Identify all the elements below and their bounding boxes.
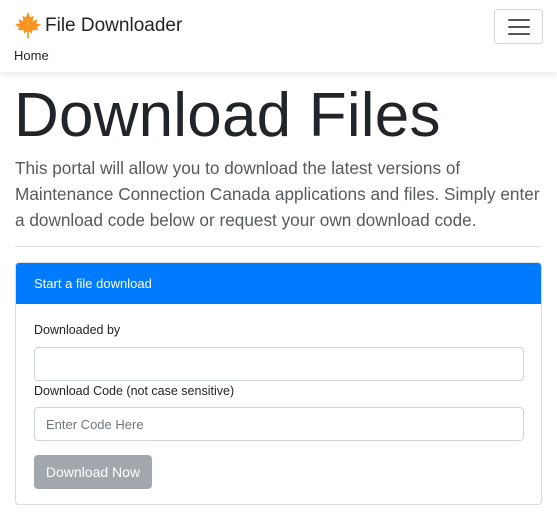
intro-text: This portal will allow you to download t… xyxy=(15,158,540,230)
download-form-card: Start a file download Downloaded by Down… xyxy=(15,262,542,505)
hamburger-menu-icon xyxy=(508,19,530,35)
navbar-toggle-button[interactable] xyxy=(494,9,543,44)
section-divider xyxy=(15,246,542,247)
downloaded-by-input[interactable] xyxy=(34,347,524,381)
brand-title: File Downloader xyxy=(45,15,183,36)
card-header: Start a file download xyxy=(16,263,541,304)
download-code-input[interactable] xyxy=(34,407,524,441)
page-title: Download Files xyxy=(14,81,441,150)
download-now-button[interactable]: Download Now xyxy=(34,455,152,489)
maple-leaf-icon xyxy=(12,10,44,42)
download-code-label: Download Code (not case sensitive) xyxy=(34,384,235,398)
downloaded-by-label: Downloaded by xyxy=(34,323,121,337)
brand-link[interactable]: File Downloader xyxy=(12,10,182,42)
card-body: Downloaded by Download Code (not case se… xyxy=(16,304,541,504)
top-navbar: File Downloader Home xyxy=(0,0,557,72)
breadcrumb-home-link[interactable]: Home xyxy=(14,48,49,63)
